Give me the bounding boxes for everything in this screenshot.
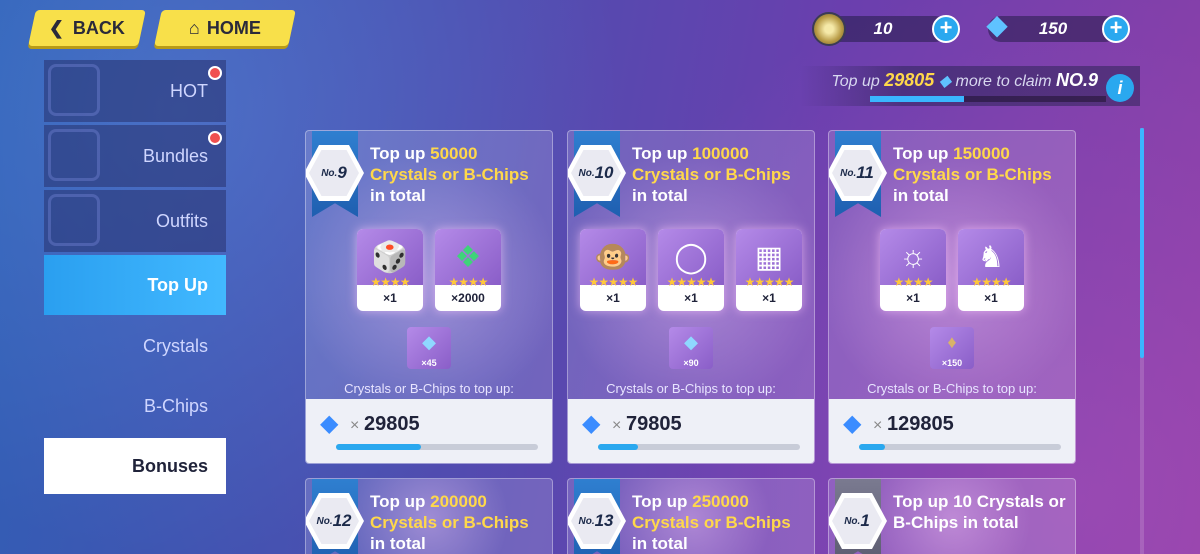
claim-progress: Top up 29805 ◆ more to claim NO.9 i (800, 66, 1140, 106)
home-button[interactable]: ⌂ HOME (154, 10, 296, 46)
claim-middle: more to claim (955, 73, 1052, 90)
sidebar: HOT Bundles Outfits Top Up Crystals B-Ch… (44, 60, 226, 497)
bonus-card: No. 10 Top up 100000 Crystals or B-Chips … (567, 130, 815, 464)
bonus-card: No. 13 Top up 250000 Crystals or B-Chips … (567, 478, 815, 554)
reward-item[interactable]: ▦ ★★★★★ ×1 (736, 229, 802, 311)
home-label: HOME (207, 17, 262, 38)
sidebar-item-crystals[interactable]: Crystals (44, 318, 226, 375)
notification-dot (208, 131, 222, 145)
notification-dot (208, 66, 222, 80)
bonus-card: No. 1 Top up 10 Crystals or B-Chips in to… (828, 478, 1076, 554)
crystal-counter: ◆ 150 + (986, 10, 1130, 44)
crystal-icon: ◆ (938, 73, 952, 90)
remaining-amount: 29805 (364, 413, 420, 435)
material-reward[interactable]: ♦ ×150 (930, 327, 974, 369)
card-title: Top up 100000 Crystals or B-Chips in tot… (632, 144, 791, 205)
sidebar-item-bundles[interactable]: Bundles (44, 125, 226, 187)
hot-icon (48, 64, 100, 116)
info-button[interactable]: i (1106, 74, 1134, 102)
crystal-amount: 150 (1038, 19, 1068, 38)
chevron-left-icon: ❮ (49, 17, 65, 38)
reward-item[interactable]: ◯ ★★★★★ ×1 (658, 229, 724, 311)
progress-bar (336, 444, 538, 450)
topup-label: Crystals or B-Chips to top up: (344, 381, 514, 396)
sidebar-item-bonuses[interactable]: Bonuses (44, 438, 226, 494)
claim-prefix: Top up (831, 73, 880, 90)
sidebar-item-hot[interactable]: HOT (44, 60, 226, 122)
sidebar-item-outfits[interactable]: Outfits (44, 190, 226, 252)
reward-item[interactable]: 🐵 ★★★★★ ×1 (580, 229, 646, 311)
card-title: Top up 150000 Crystals or B-Chips in tot… (893, 144, 1052, 205)
sidebar-item-label: Top Up (147, 274, 208, 295)
bonus-card: No. 11 Top up 150000 Crystals or B-Chips … (828, 130, 1076, 464)
back-label: BACK (72, 17, 125, 38)
home-icon: ⌂ (188, 17, 200, 38)
add-crystals-button[interactable]: + (1102, 15, 1130, 43)
reward-item[interactable]: 🎲 ★★★★ ×1 (357, 229, 423, 311)
crystal-icon: ◆ (986, 9, 1008, 40)
coin-icon (812, 12, 846, 46)
progress-bar (598, 444, 800, 450)
card-title: Top up 50000 Crystals or B-Chips in tota… (370, 144, 529, 205)
card-title: Top up 10 Crystals or B-Chips in total (893, 492, 1066, 532)
claim-progress-bar (870, 96, 1106, 102)
coin-counter: 10 + (812, 12, 960, 46)
card-title: Top up 200000 Crystals or B-Chips in tot… (370, 492, 529, 553)
reward-item[interactable]: ♞ ★★★★ ×1 (958, 229, 1024, 311)
outfit-icon (48, 194, 100, 246)
bonus-card: No. 9 Top up 50000 Crystals or B-Chips in… (305, 130, 553, 464)
claim-amount: 29805 (884, 70, 935, 90)
sidebar-item-b-chips[interactable]: B-Chips (44, 378, 226, 435)
sidebar-item-label: Bundles (142, 145, 208, 166)
remaining-amount: 129805 (887, 413, 954, 435)
topup-label: Crystals or B-Chips to top up: (867, 381, 1037, 396)
reward-item[interactable]: ❖ ★★★★ ×2000 (435, 229, 501, 311)
back-button[interactable]: ❮ BACK (28, 10, 146, 46)
gift-icon (48, 129, 100, 181)
crystal-reward[interactable]: ◆ ×90 (669, 327, 713, 369)
reward-item[interactable]: ☼ ★★★★ ×1 (880, 229, 946, 311)
bonus-card: No. 12 Top up 200000 Crystals or B-Chips … (305, 478, 553, 554)
sidebar-item-label: Bonuses (131, 455, 208, 476)
progress-bar (859, 444, 1061, 450)
crystal-reward[interactable]: ◆ ×45 (407, 327, 451, 369)
sidebar-item-top-up[interactable]: Top Up (44, 255, 226, 315)
sidebar-item-label: Crystals (142, 336, 208, 356)
coin-amount: 10 (873, 19, 893, 38)
sidebar-item-label: Outfits (155, 210, 208, 231)
sidebar-item-label: HOT (170, 80, 208, 101)
topup-label: Crystals or B-Chips to top up: (606, 381, 776, 396)
remaining-amount: 79805 (626, 413, 682, 435)
card-title: Top up 250000 Crystals or B-Chips in tot… (632, 492, 791, 553)
crystal-icon: ◆ (320, 410, 339, 437)
add-coins-button[interactable]: + (932, 15, 960, 43)
crystal-icon: ◆ (582, 410, 601, 437)
claim-target: NO.9 (1055, 70, 1098, 90)
crystal-icon: ◆ (843, 410, 862, 437)
sidebar-item-label: B-Chips (143, 396, 208, 416)
scrollbar-thumb[interactable] (1140, 128, 1144, 358)
